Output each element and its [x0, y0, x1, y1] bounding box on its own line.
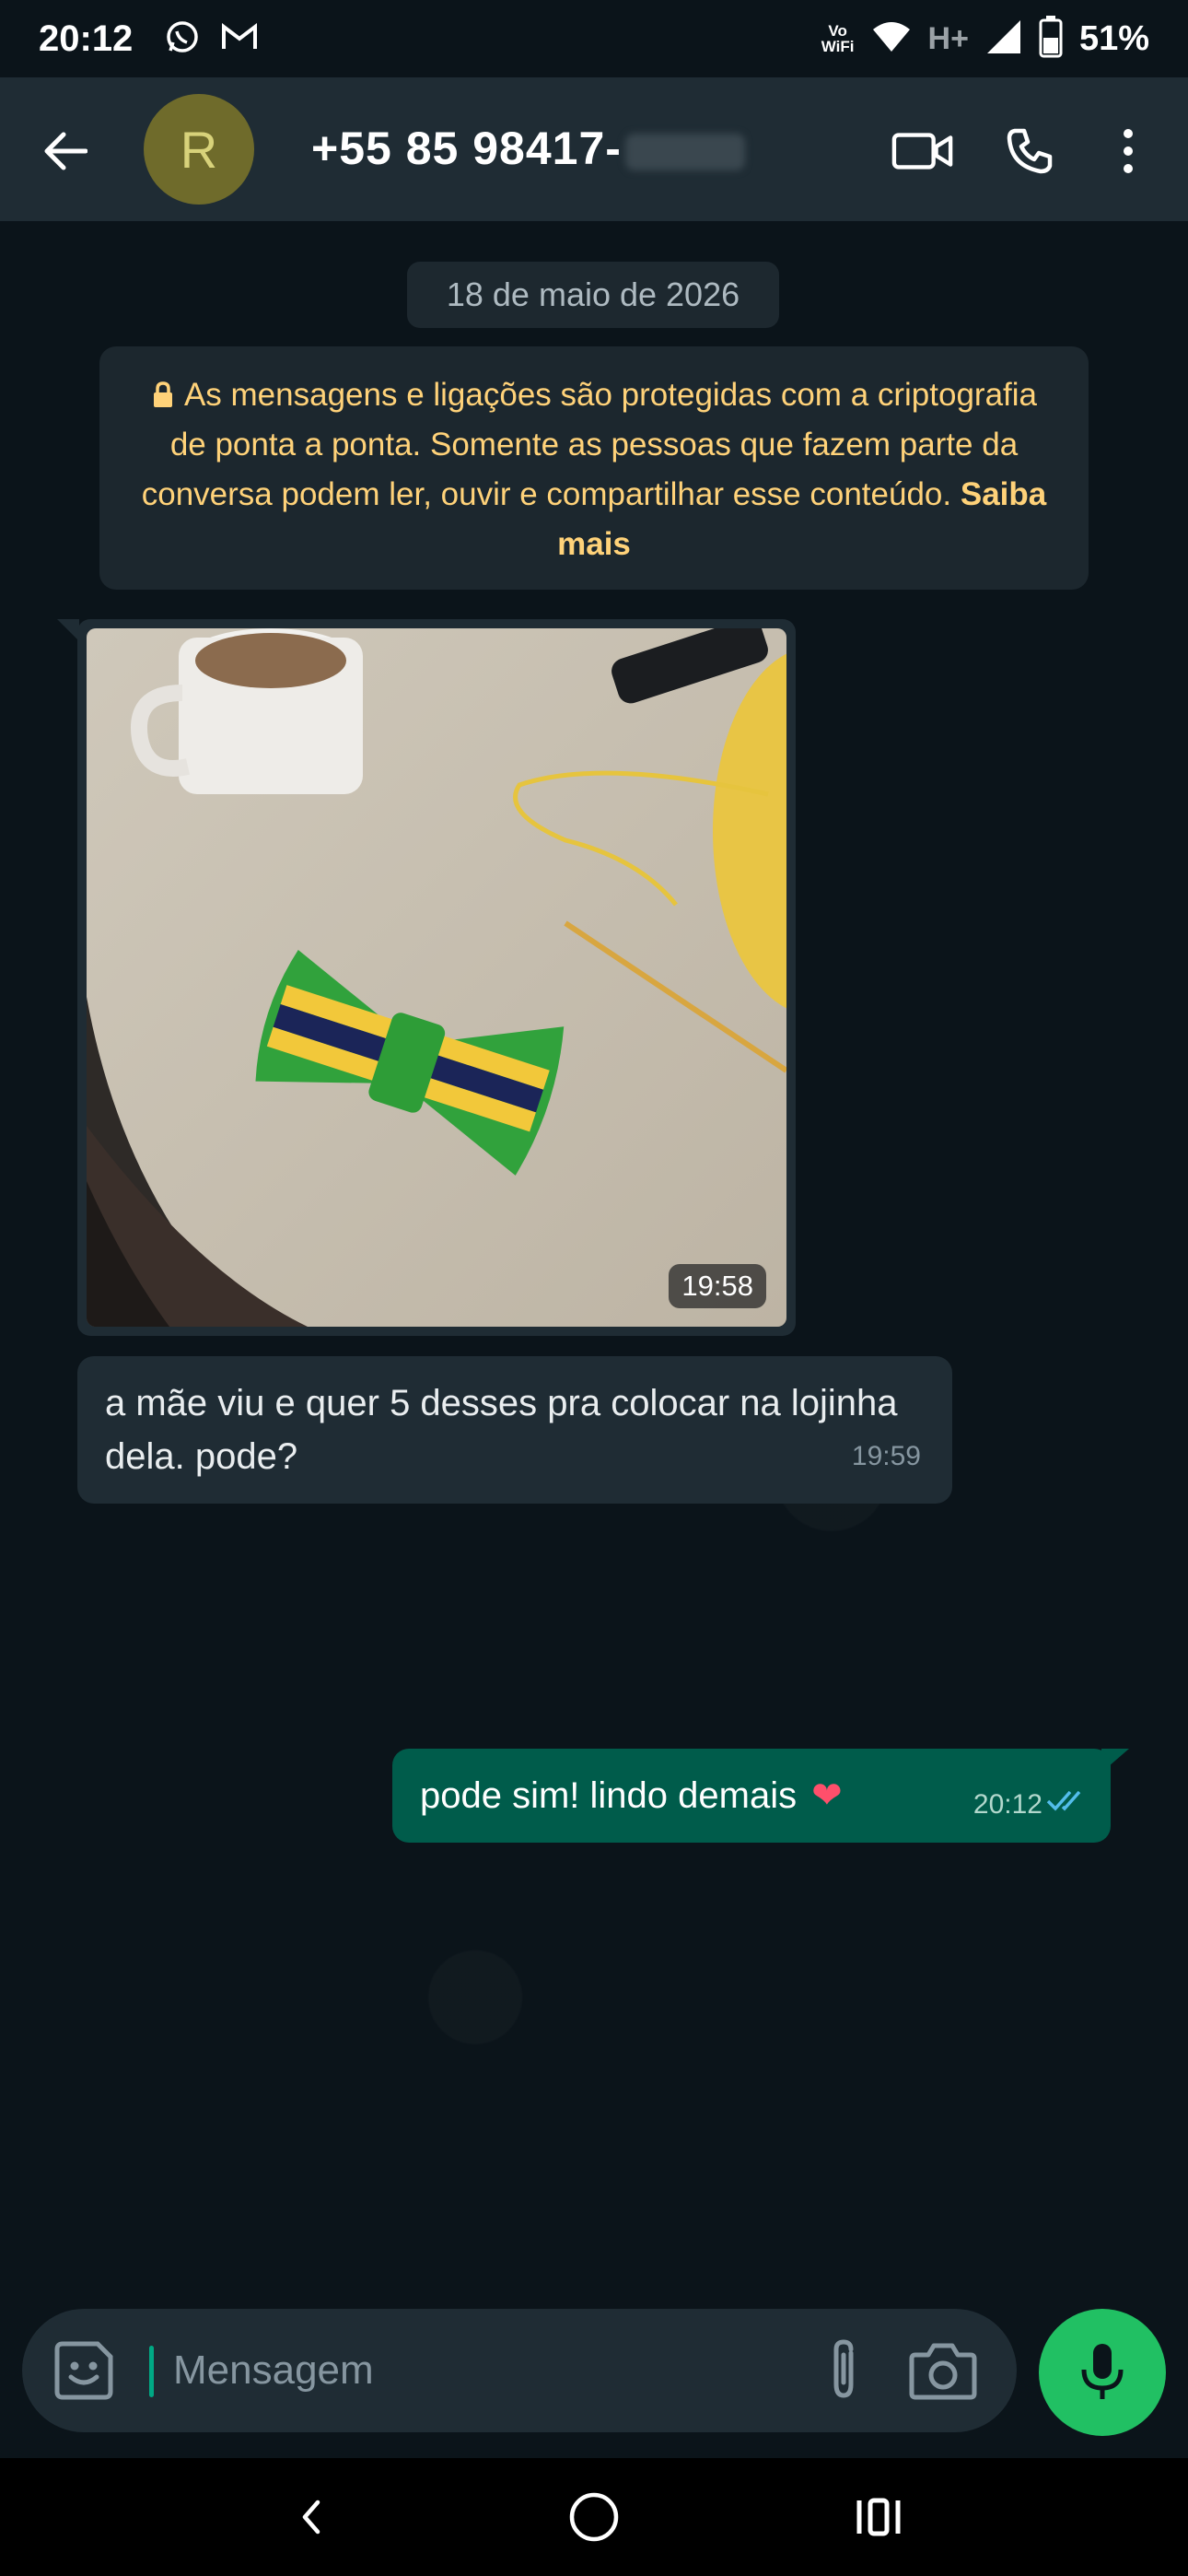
- paperclip-icon: [833, 2339, 854, 2398]
- battery-icon: [1039, 15, 1063, 63]
- wifi-icon: [871, 20, 912, 58]
- nav-home-icon: [569, 2492, 619, 2542]
- encryption-notice-text: As mensagens e ligações são protegidas c…: [141, 377, 1038, 512]
- more-options-button[interactable]: [1096, 123, 1160, 179]
- status-time: 20:12: [39, 18, 134, 59]
- nav-back-icon: [302, 2500, 320, 2535]
- image-message[interactable]: 19:58: [77, 619, 796, 1336]
- status-notification-icons: [164, 18, 258, 60]
- nav-back-button[interactable]: [282, 2488, 341, 2547]
- outgoing-message[interactable]: pode sim! lindo demais ❤ 20:12: [392, 1749, 1111, 1843]
- lock-icon: [153, 381, 172, 407]
- message-text: pode sim! lindo demais: [420, 1774, 798, 1816]
- text-cursor: [149, 2346, 154, 2397]
- photo-illustration: [87, 628, 786, 1327]
- video-call-button[interactable]: [891, 123, 954, 179]
- contact-name[interactable]: +55 85 98417-: [311, 122, 745, 175]
- whatsapp-icon: [164, 18, 201, 60]
- chat-area[interactable]: 18 de maio de 2026 As mensagens e ligaçõ…: [0, 221, 1188, 2311]
- read-receipt-icon: [1046, 1781, 1089, 1822]
- signal-icon: [985, 18, 1022, 60]
- microphone-icon: [1081, 2344, 1124, 2399]
- nav-home-button[interactable]: [565, 2488, 623, 2547]
- avatar[interactable]: R: [144, 94, 254, 205]
- message-time: 19:58: [669, 1264, 766, 1308]
- emoji-button[interactable]: [53, 2340, 114, 2401]
- status-bar: 20:12 Vo WiFi H+ 51%: [0, 0, 1188, 77]
- voice-call-button[interactable]: [998, 123, 1061, 179]
- incoming-message[interactable]: a mãe viu e quer 5 desses pra colocar na…: [77, 1356, 952, 1504]
- system-navigation-bar: [0, 2458, 1188, 2576]
- camera-icon: [909, 2343, 977, 2400]
- video-call-icon: [891, 133, 953, 170]
- voice-message-button[interactable]: [1039, 2309, 1166, 2436]
- message-text: a mãe viu e quer 5 desses pra colocar na…: [105, 1383, 898, 1477]
- encryption-notice[interactable]: As mensagens e ligações são protegidas c…: [99, 346, 1089, 590]
- status-system-indicators: Vo WiFi H+ 51%: [821, 15, 1149, 63]
- attach-button[interactable]: [816, 2338, 871, 2403]
- message-time: 20:12: [973, 1789, 1042, 1820]
- message-time: 19:59: [851, 1441, 921, 1471]
- network-type: H+: [927, 20, 969, 56]
- sticker-emoji-icon: [54, 2341, 113, 2400]
- nav-recents-button[interactable]: [849, 2488, 908, 2547]
- message-composer: [22, 2309, 1017, 2432]
- bubble-tail: [57, 619, 79, 641]
- chat-header: R +55 85 98417-: [0, 77, 1188, 221]
- battery-percentage: 51%: [1078, 18, 1149, 58]
- photo-crochet-bow[interactable]: 19:58: [87, 628, 786, 1327]
- back-button[interactable]: [37, 123, 92, 179]
- camera-button[interactable]: [908, 2340, 978, 2401]
- vowifi-indicator: Vo WiFi: [821, 22, 855, 55]
- heart-emoji: ❤: [811, 1775, 843, 1816]
- more-options-icon: [1124, 129, 1133, 173]
- back-arrow-icon: [44, 132, 87, 170]
- nav-recents-icon: [856, 2498, 901, 2536]
- date-chip: 18 de maio de 2026: [407, 262, 779, 328]
- redacted-number: [624, 133, 745, 170]
- gmail-icon: [221, 21, 258, 57]
- voice-call-icon: [1007, 128, 1053, 174]
- message-input[interactable]: [173, 2336, 799, 2405]
